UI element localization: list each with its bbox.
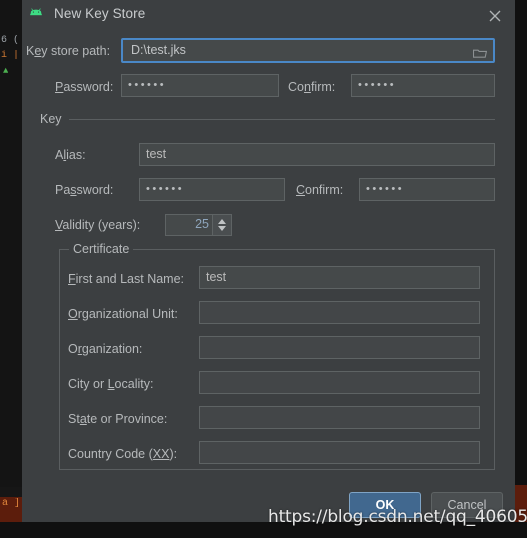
first-and-last-name-value: test — [206, 270, 227, 284]
validity-stepper[interactable]: 25 — [165, 214, 232, 236]
organization-input[interactable] — [199, 336, 480, 359]
validity-value: 25 — [195, 217, 209, 231]
first-and-last-name-input[interactable]: test — [199, 266, 480, 289]
key-alias-label: Alias: — [55, 148, 86, 162]
watermark-text: https://blog.csdn.net/qq_40605892 — [268, 507, 527, 527]
organizational-unit-input[interactable] — [199, 301, 480, 324]
key-store-path-value: D:\test.jks — [131, 43, 186, 57]
certificate-group-title: Certificate — [69, 242, 134, 256]
key-password-value: •••••• — [146, 183, 185, 195]
key-store-path-input[interactable]: D:\test.jks — [121, 38, 495, 63]
dialog-title: New Key Store — [54, 6, 146, 21]
key-password-input[interactable]: •••••• — [139, 178, 285, 201]
ide-left-gutter-lower — [0, 487, 22, 497]
key-confirm-value: •••••• — [366, 183, 405, 195]
country-code-input[interactable] — [199, 441, 480, 464]
key-store-path-label: Key store path: — [26, 44, 111, 58]
ide-code-fragment: a ] — [2, 498, 21, 509]
organizational-unit-label: Organizational Unit: — [68, 307, 178, 321]
validity-spinner-buttons[interactable] — [212, 215, 231, 235]
caret-down-icon[interactable] — [218, 226, 226, 231]
country-code-label: Country Code (XX): — [68, 447, 178, 461]
key-group-title: Key — [40, 112, 62, 126]
key-alias-input[interactable]: test — [139, 143, 495, 166]
organization-label: Organization: — [68, 342, 143, 356]
keystore-confirm-input[interactable]: •••••• — [351, 74, 495, 97]
first-and-last-name-label: First and Last Name: — [68, 272, 185, 286]
key-confirm-input[interactable]: •••••• — [359, 178, 495, 201]
keystore-confirm-value: •••••• — [358, 79, 397, 91]
ide-code-fragment: i | — [1, 50, 20, 61]
state-or-province-input[interactable] — [199, 406, 480, 429]
ide-marker-icon: ▲ — [3, 66, 9, 76]
folder-icon[interactable] — [472, 46, 488, 58]
key-alias-value: test — [146, 147, 167, 161]
city-or-locality-input[interactable] — [199, 371, 480, 394]
android-icon — [28, 8, 44, 21]
ide-right-gutter — [515, 0, 527, 485]
close-icon[interactable] — [484, 5, 506, 27]
keystore-confirm-label: Confirm: — [288, 80, 336, 94]
city-or-locality-label: City or Locality: — [68, 377, 154, 391]
key-confirm-label: Confirm: — [296, 183, 344, 197]
keystore-password-label: Password: — [55, 80, 114, 94]
keystore-password-input[interactable]: •••••• — [121, 74, 279, 97]
keystore-password-value: •••••• — [128, 79, 167, 91]
validity-label: Validity (years): — [55, 218, 141, 232]
key-password-label: Password: — [55, 183, 114, 197]
state-or-province-label: State or Province: — [68, 412, 168, 426]
ide-code-fragment: 6 ( — [1, 35, 20, 46]
dialog-title-bar: New Key Store — [22, 0, 515, 30]
key-group-separator — [69, 119, 495, 120]
caret-up-icon[interactable] — [218, 219, 226, 224]
new-key-store-dialog: New Key Store Key store path: D:\test.jk… — [22, 0, 515, 522]
